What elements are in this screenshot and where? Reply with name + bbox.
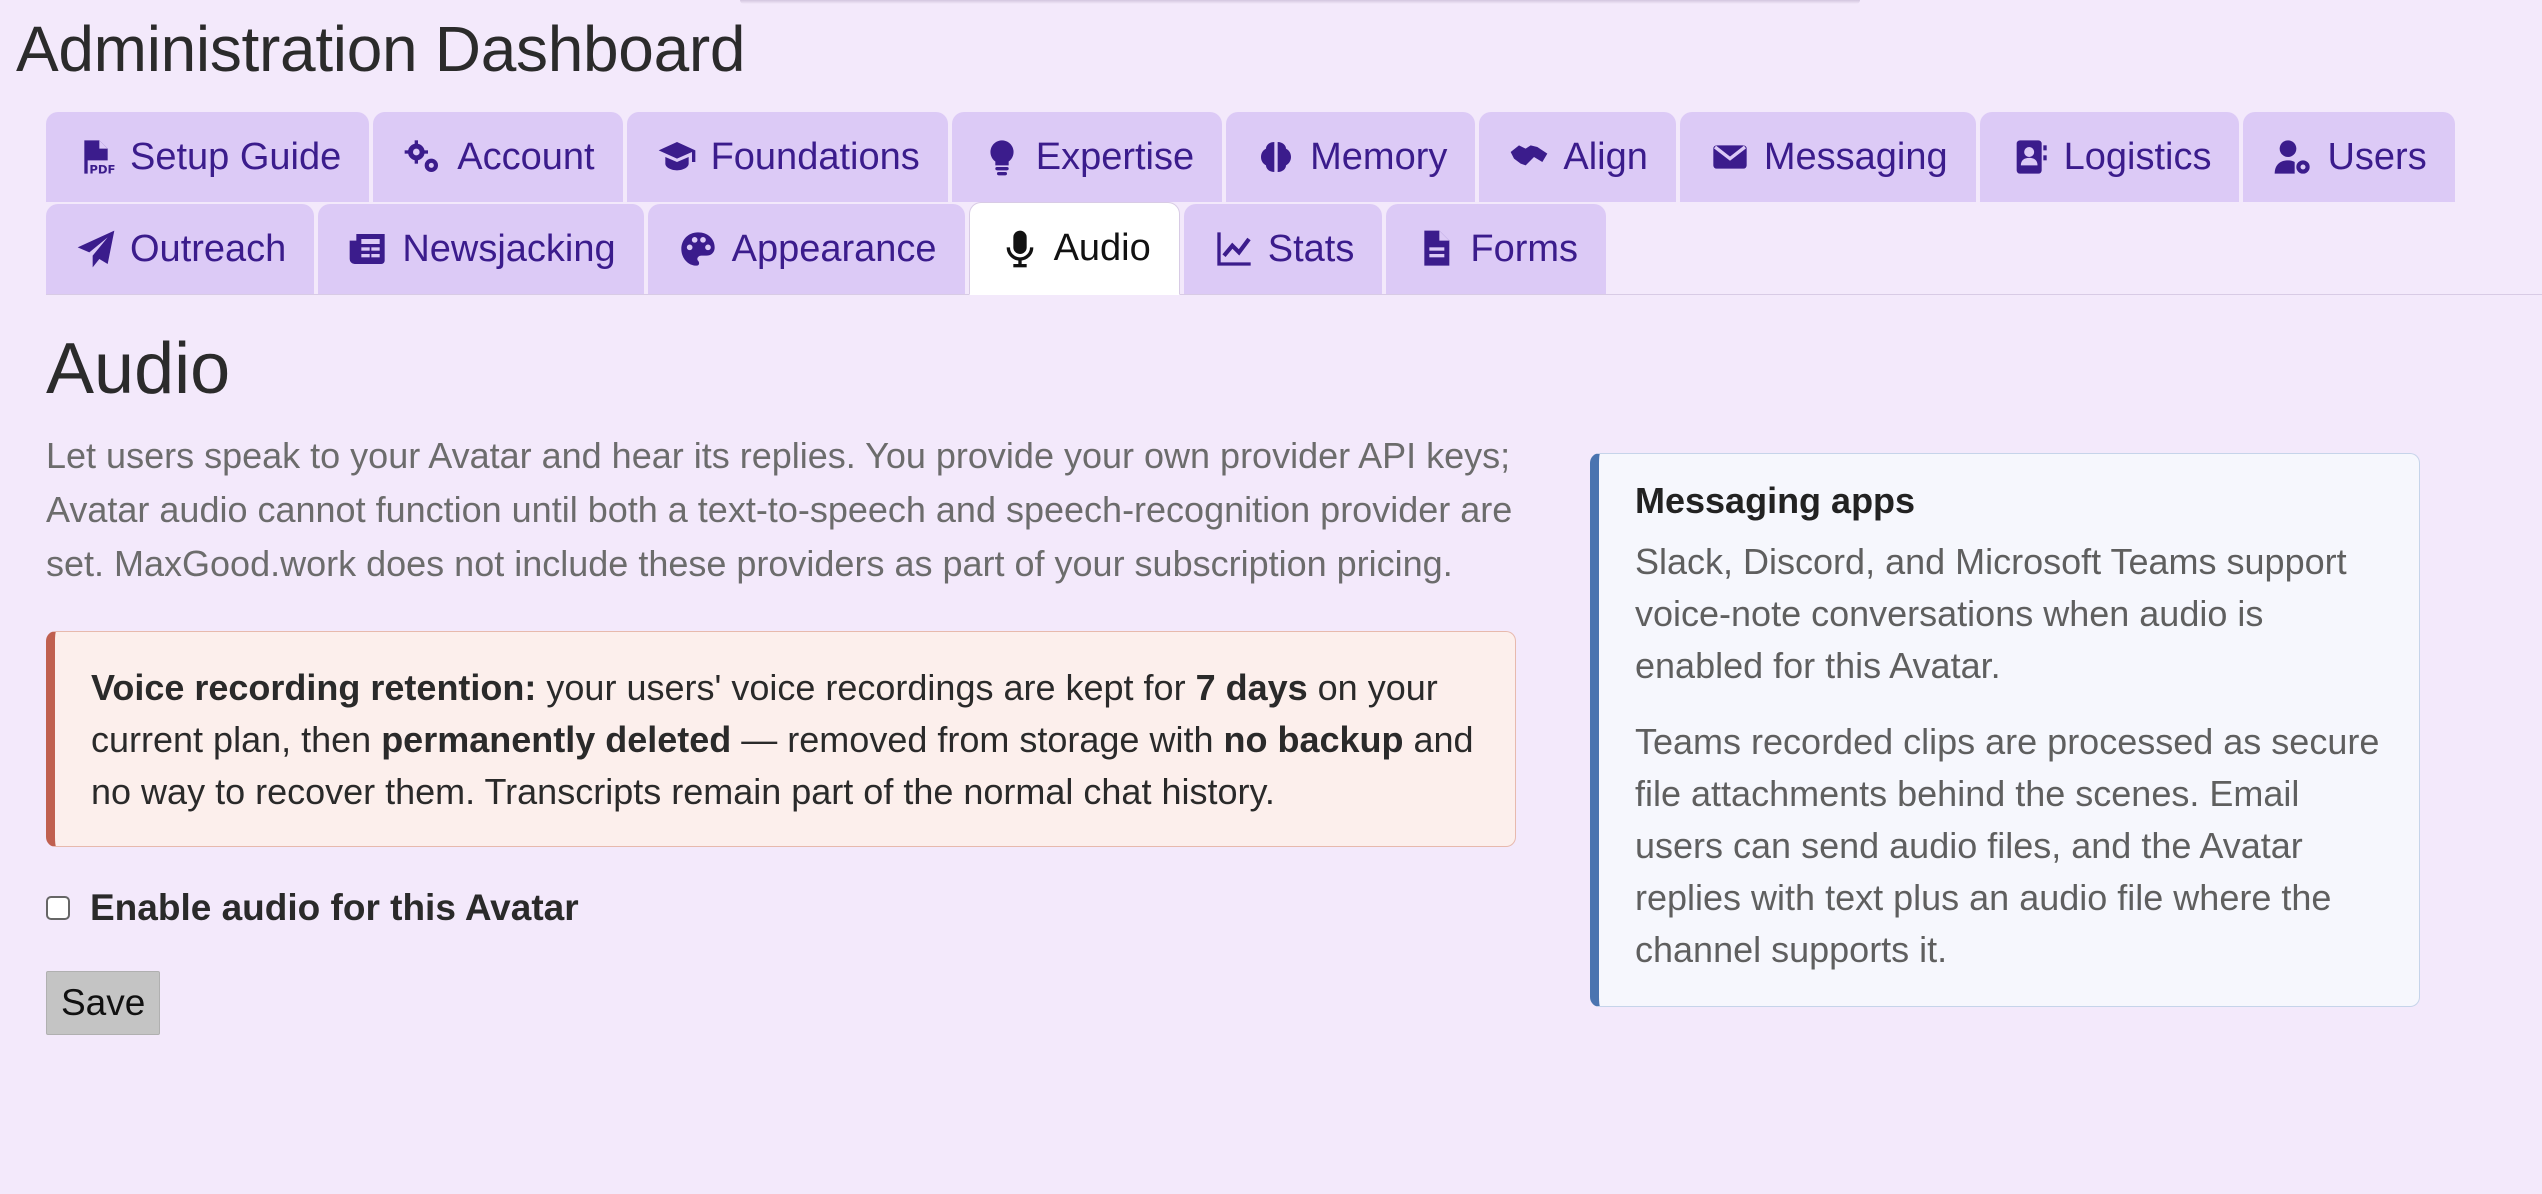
tab-label: Forms [1470,227,1579,270]
microphone-icon [998,229,1042,269]
tab-label: Stats [1267,227,1355,270]
tab-label: Newsjacking [402,227,616,270]
tab-foundations[interactable]: Foundations [626,112,948,202]
file-pdf-icon: PDF [74,137,118,177]
tab-label: Expertise [1035,135,1195,178]
palette-icon [676,229,720,269]
tab-row-1: PDF Setup Guide Account Foundations Expe… [46,110,2542,202]
gears-icon [401,137,445,177]
svg-text:PDF: PDF [89,163,115,177]
tab-label: Outreach [130,227,287,270]
enable-audio-row: Enable audio for this Avatar [46,887,1516,929]
warning-text: your users' voice recordings are kept fo… [536,667,1196,709]
chart-line-icon [1212,229,1256,269]
tab-audio[interactable]: Audio [968,202,1180,295]
info-paragraph: Slack, Discord, and Microsoft Teams supp… [1635,541,2347,686]
graduation-cap-icon [655,137,699,177]
tab-label: Align [1563,135,1648,178]
messaging-apps-info: Messaging apps Slack, Discord, and Micro… [1590,453,2420,1007]
top-shadow [740,0,1860,4]
enable-audio-checkbox[interactable] [46,896,70,921]
tab-label: Foundations [710,135,920,178]
tab-messaging[interactable]: Messaging [1679,112,1976,202]
tab-label: Messaging [1763,135,1948,178]
section-title: Audio [46,329,231,409]
tab-label: Memory [1310,135,1448,178]
tab-expertise[interactable]: Expertise [951,112,1223,202]
handshake-icon [1507,137,1551,177]
newspaper-icon [346,229,390,269]
warning-bold: no backup [1223,719,1404,761]
tab-label: Appearance [731,227,937,270]
tab-appearance[interactable]: Appearance [647,204,965,294]
tab-setup-guide[interactable]: PDF Setup Guide [46,112,370,202]
file-lines-icon [1414,229,1458,269]
tab-label: Users [2327,135,2427,178]
tab-users[interactable]: Users [2243,112,2455,202]
tab-memory[interactable]: Memory [1226,112,1476,202]
tab-stats[interactable]: Stats [1183,204,1383,294]
tab-label: Audio [1053,227,1151,269]
main-content: Audio Let users speak to your Avatar and… [46,329,1516,1036]
tab-label: Logistics [2063,135,2212,178]
warning-bold: permanently deleted [381,719,732,761]
retention-warning: Voice recording retention: your users' v… [46,631,1516,848]
tab-forms[interactable]: Forms [1386,204,1607,294]
tab-outreach[interactable]: Outreach [46,204,315,294]
warning-bold: 7 days [1195,667,1308,709]
tab-logistics[interactable]: Logistics [1979,112,2240,202]
warning-text: — removed from storage with [731,719,1224,761]
user-gear-icon [2271,137,2315,177]
address-book-icon [2008,137,2052,177]
tab-newsjacking[interactable]: Newsjacking [318,204,644,294]
envelope-icon [1708,137,1752,177]
intro-text: Let users speak to your Avatar and hear … [46,435,1513,585]
warning-label: Voice recording retention: [91,667,537,709]
page-title: Administration Dashboard [16,13,746,85]
tab-label: Setup Guide [130,135,342,178]
enable-audio-label[interactable]: Enable audio for this Avatar [90,887,579,929]
info-paragraph: Teams recorded clips are processed as se… [1635,721,2380,970]
tab-label: Account [457,135,595,178]
info-title: Messaging apps [1635,480,1916,521]
tab-bar: PDF Setup Guide Account Foundations Expe… [46,110,2542,295]
save-button[interactable]: Save [46,971,161,1036]
tab-row-2: Outreach Newsjacking Appearance Audio St… [46,202,2542,295]
brain-icon [1254,137,1298,177]
paper-plane-icon [74,229,118,269]
lightbulb-icon [980,137,1024,177]
tab-account[interactable]: Account [373,112,623,202]
tab-align[interactable]: Align [1479,112,1676,202]
